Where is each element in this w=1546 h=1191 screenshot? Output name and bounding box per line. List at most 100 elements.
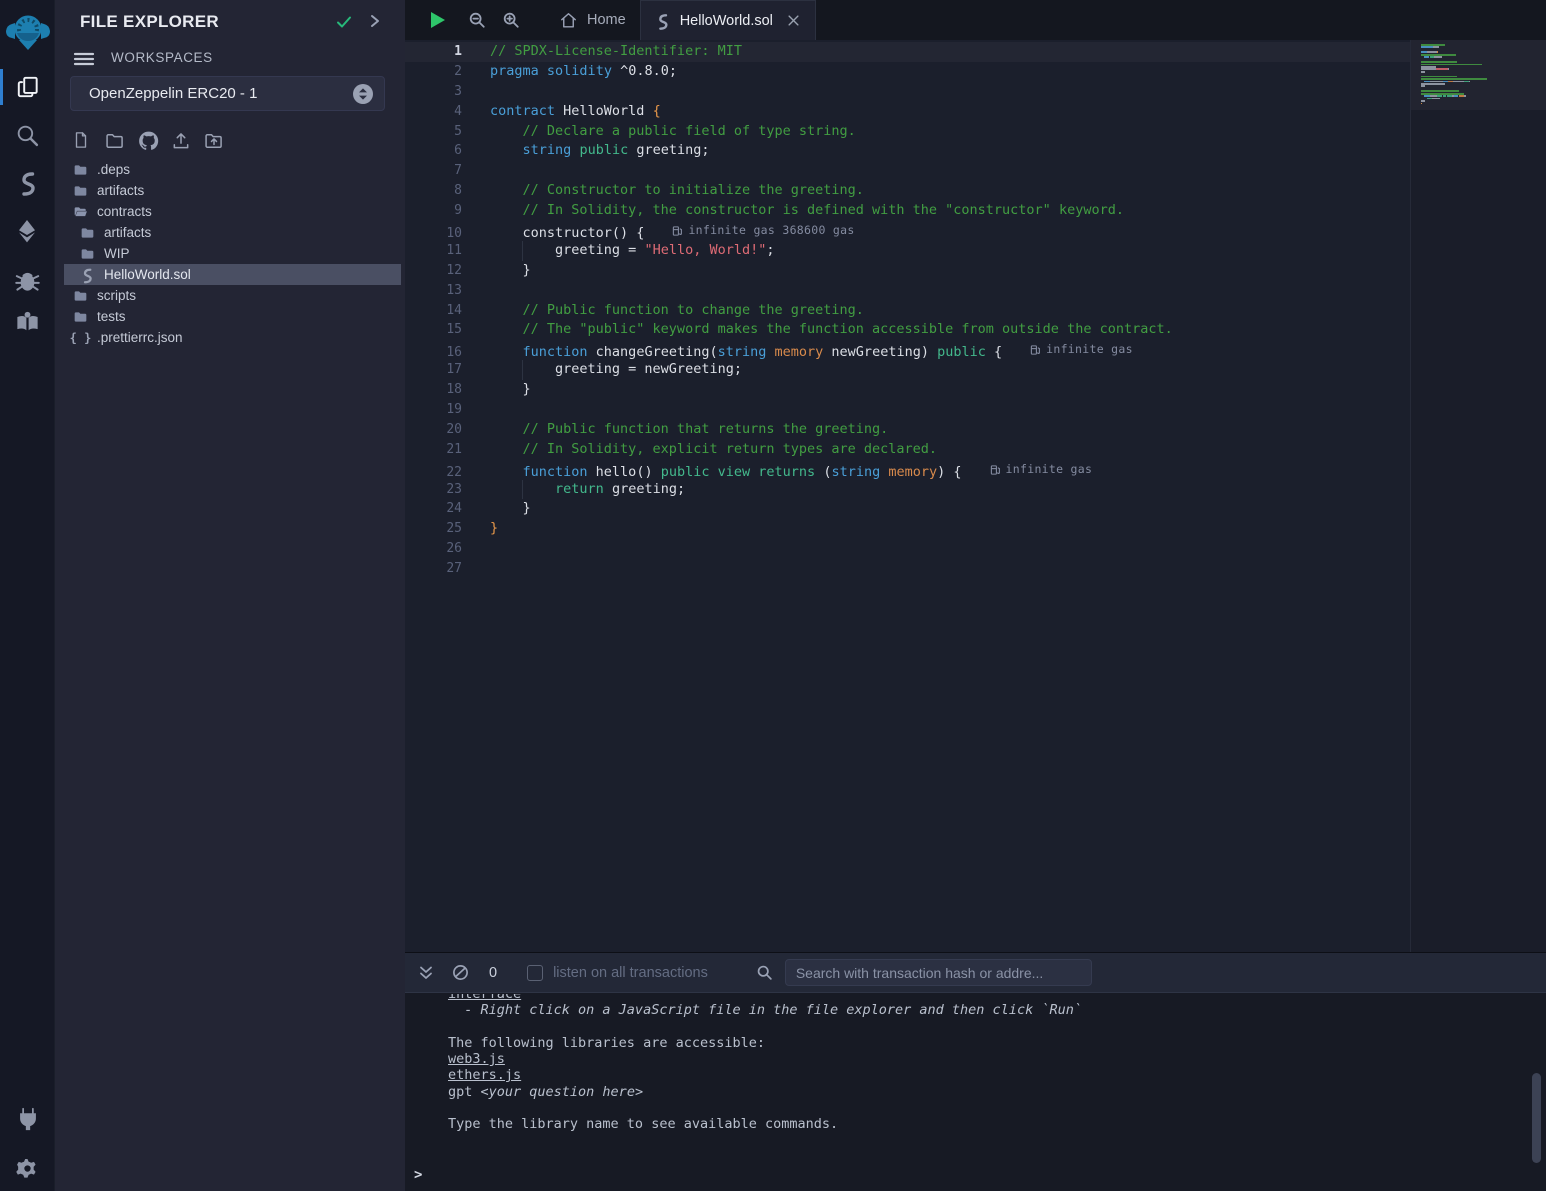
terminal-search-input[interactable] (785, 959, 1092, 986)
tree-item-artifacts[interactable]: artifacts (55, 222, 405, 243)
gas-estimate-badge: infinite gas (1030, 340, 1133, 360)
tree-item-helloworld-sol[interactable]: HelloWorld.sol (64, 264, 401, 285)
terminal-scrollbar-thumb[interactable] (1532, 1073, 1541, 1163)
terminal-prompt[interactable]: > (414, 1167, 422, 1183)
tree-item-label: artifacts (97, 183, 144, 198)
tree-item--prettierrc-json[interactable]: { }.prettierrc.json (55, 327, 405, 348)
clear-console-icon[interactable] (452, 964, 469, 981)
code-line-16[interactable]: 16 function changeGreeting(string memory… (405, 340, 1410, 360)
debugger-icon[interactable] (0, 259, 55, 299)
new-file-icon[interactable] (69, 129, 95, 153)
upload-folder-icon[interactable] (201, 129, 227, 153)
code-text: function changeGreeting(string memory ne… (490, 344, 1002, 360)
zoom-out-icon[interactable] (461, 0, 493, 40)
clone-github-icon[interactable] (135, 129, 161, 153)
solidity-file-icon (655, 12, 671, 30)
line-number: 19 (405, 400, 462, 420)
code-text: pragma solidity ^0.8.0; (490, 63, 677, 79)
code-line-4[interactable]: 4contract HelloWorld { (405, 102, 1410, 122)
new-folder-icon[interactable] (102, 129, 128, 153)
code-line-21[interactable]: 21 // In Solidity, explicit return types… (405, 440, 1410, 460)
code-line-18[interactable]: 18 } (405, 380, 1410, 400)
tree-item-label: artifacts (104, 225, 151, 240)
code-line-15[interactable]: 15 // The "public" keyword makes the fun… (405, 320, 1410, 340)
code-text: } (490, 500, 531, 516)
tab-home[interactable]: Home (545, 0, 640, 40)
home-icon (559, 11, 578, 30)
minimap[interactable] (1421, 44, 1541, 110)
code-text: // In Solidity, explicit return types ar… (490, 441, 937, 457)
code-line-22[interactable]: 22 function hello() public view returns … (405, 460, 1410, 480)
code-line-23[interactable]: 23 return greeting; (405, 480, 1410, 500)
run-script-button[interactable] (421, 0, 455, 40)
tree-item-scripts[interactable]: scripts (55, 285, 405, 306)
tree-item-tests[interactable]: tests (55, 306, 405, 327)
code-line-12[interactable]: 12 } (405, 261, 1410, 281)
code-line-2[interactable]: 2pragma solidity ^0.8.0; (405, 62, 1410, 82)
search-icon[interactable] (0, 115, 55, 155)
line-number: 9 (405, 201, 462, 221)
editor-topbar: HomeHelloWorld.sol (405, 0, 1546, 40)
code-line-24[interactable]: 24 } (405, 499, 1410, 519)
code-line-6[interactable]: 6 string public greeting; (405, 141, 1410, 161)
code-text: } (490, 520, 498, 536)
tree-item-wip[interactable]: WIP (55, 243, 405, 264)
code-line-27[interactable]: 27 (405, 559, 1410, 579)
icon-rail (0, 0, 55, 1191)
settings-icon[interactable] (0, 1148, 55, 1188)
code-line-3[interactable]: 3 (405, 82, 1410, 102)
terminal-log-line (448, 1019, 1526, 1035)
workspace-select[interactable]: OpenZeppelin ERC20 - 1 (70, 76, 385, 111)
line-number: 6 (405, 141, 462, 161)
file-explorer-icon[interactable] (0, 67, 55, 107)
learneth-icon[interactable] (0, 301, 55, 341)
code-line-5[interactable]: 5 // Declare a public field of type stri… (405, 122, 1410, 142)
code-line-7[interactable]: 7 (405, 161, 1410, 181)
code-line-26[interactable]: 26 (405, 539, 1410, 559)
tree-item-label: contracts (97, 204, 152, 219)
gas-estimate-badge: infinite gas 368600 gas (672, 221, 854, 241)
code-text: // The "public" keyword makes the functi… (490, 321, 1173, 337)
terminal-log-line: - Right click on a JavaScript file in th… (448, 1002, 1526, 1018)
code-line-1[interactable]: 1// SPDX-License-Identifier: MIT (405, 42, 1410, 62)
code-line-8[interactable]: 8 // Constructor to initialize the greet… (405, 181, 1410, 201)
code-line-9[interactable]: 9 // In Solidity, the constructor is def… (405, 201, 1410, 221)
chevron-right-icon[interactable] (367, 13, 383, 29)
tree-item-label: HelloWorld.sol (104, 267, 191, 282)
folder-icon (73, 288, 88, 303)
solidity-compiler-icon[interactable] (0, 162, 55, 202)
close-tab-icon[interactable] (786, 13, 801, 28)
code-text: string public greeting; (490, 142, 710, 158)
tree-item--deps[interactable]: .deps (55, 159, 405, 180)
listen-transactions-checkbox[interactable] (527, 965, 543, 981)
terminal-link-ethers-js[interactable]: ethers.js (448, 1067, 521, 1083)
code-line-14[interactable]: 14 // Public function to change the gree… (405, 301, 1410, 321)
expand-terminal-icon[interactable] (418, 965, 434, 981)
panel-title: FILE EXPLORER (80, 12, 219, 32)
tab-helloworld-sol[interactable]: HelloWorld.sol (640, 0, 816, 40)
tree-item-contracts[interactable]: contracts (55, 201, 405, 222)
minimap-strip (1410, 40, 1546, 952)
check-icon[interactable] (335, 13, 353, 31)
code-editor[interactable]: 1// SPDX-License-Identifier: MIT2pragma … (405, 40, 1410, 952)
workspaces-menu-icon[interactable] (73, 50, 95, 68)
tree-item-artifacts[interactable]: artifacts (55, 180, 405, 201)
code-line-19[interactable]: 19 (405, 400, 1410, 420)
file-explorer-header: FILE EXPLORER (55, 0, 405, 44)
deploy-run-icon[interactable] (0, 211, 55, 251)
code-text: greeting = "Hello, World!"; (490, 242, 775, 258)
search-icon (756, 964, 773, 981)
code-line-11[interactable]: 11 greeting = "Hello, World!"; (405, 241, 1410, 261)
code-line-13[interactable]: 13 (405, 281, 1410, 301)
code-line-25[interactable]: 25} (405, 519, 1410, 539)
remix-logo-icon[interactable] (0, 5, 55, 57)
terminal-link-web3-js[interactable]: web3.js (448, 1051, 505, 1067)
code-line-17[interactable]: 17 greeting = newGreeting; (405, 360, 1410, 380)
code-line-20[interactable]: 20 // Public function that returns the g… (405, 420, 1410, 440)
plugin-manager-icon[interactable] (0, 1099, 55, 1139)
zoom-in-icon[interactable] (495, 0, 527, 40)
line-number: 25 (405, 519, 462, 539)
code-text: // Public function that returns the gree… (490, 421, 888, 437)
code-line-10[interactable]: 10 constructor() {infinite gas 368600 ga… (405, 221, 1410, 241)
upload-file-icon[interactable] (168, 129, 194, 153)
